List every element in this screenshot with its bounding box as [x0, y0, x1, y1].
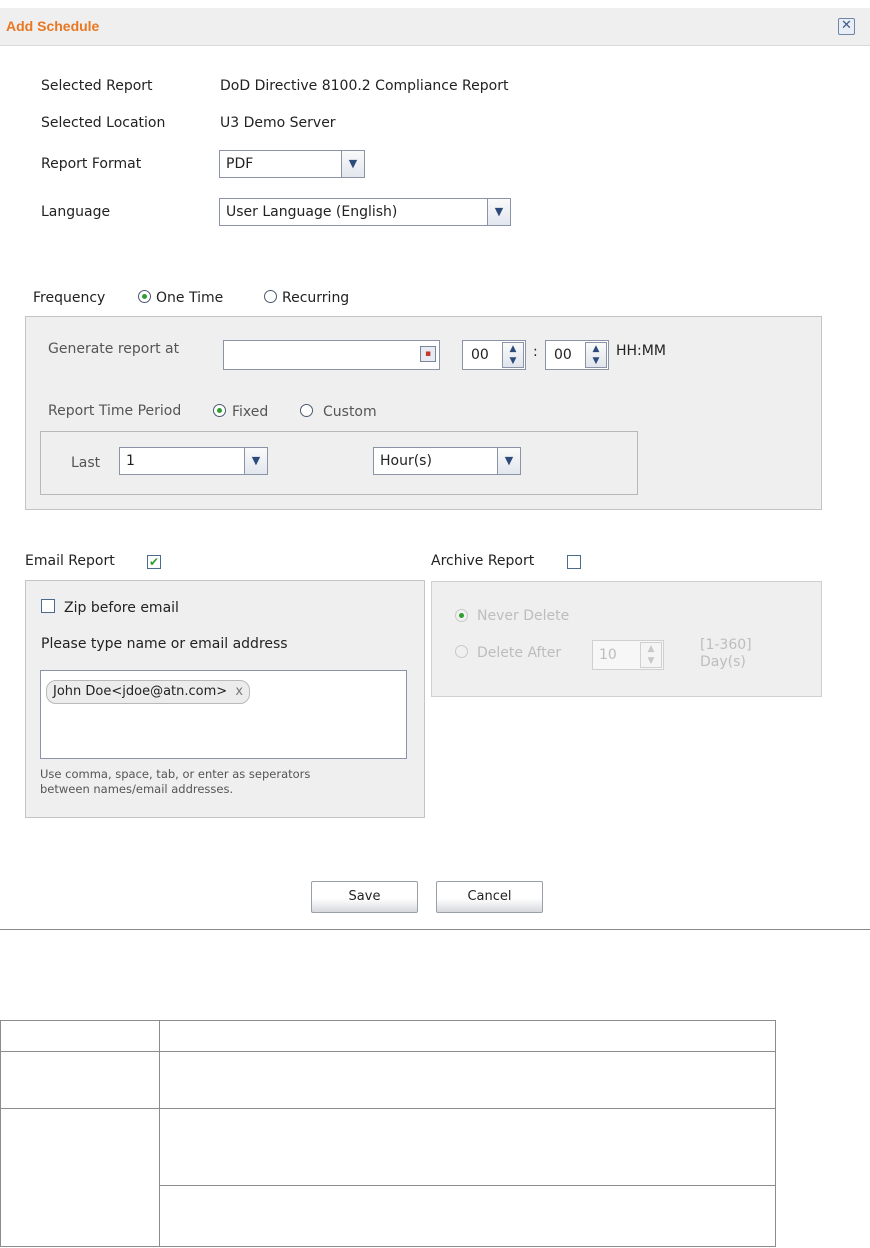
recipient-chip: John Doe<jdoe@atn.com> x	[46, 680, 251, 704]
period-fixed-label: Fixed	[232, 404, 269, 420]
never-delete-label: Never Delete	[477, 608, 570, 624]
empty-table	[0, 1020, 776, 1247]
frequency-recurring-radio[interactable]	[264, 290, 277, 303]
delete-days-input: 10 ▲ ▼	[592, 640, 664, 670]
table-cell	[0, 1108, 160, 1247]
email-help-line-2: between names/email addresses.	[40, 782, 234, 796]
hour-value: 00	[471, 347, 489, 363]
hour-stepper-icon[interactable]: ▲ ▼	[502, 342, 524, 368]
selected-location-label: Selected Location	[41, 115, 166, 131]
email-help-line-1: Use comma, space, tab, or enter as seper…	[40, 767, 311, 781]
period-custom-radio[interactable]	[300, 404, 313, 417]
email-report-label: Email Report	[25, 553, 115, 569]
table-row	[0, 1108, 776, 1247]
chevron-down-icon: ▼	[487, 199, 510, 225]
period-fixed-radio[interactable]	[213, 404, 226, 417]
frequency-label: Frequency	[33, 290, 106, 306]
hour-input[interactable]: 00 ▲ ▼	[462, 340, 526, 370]
last-label: Last	[71, 455, 101, 471]
time-unit-value: Hour(s)	[380, 453, 432, 469]
calendar-icon[interactable]: ▪	[420, 346, 436, 362]
chevron-down-icon: ▼	[497, 448, 520, 474]
table-cell	[0, 1051, 160, 1109]
language-value: User Language (English)	[226, 204, 398, 220]
zip-label: Zip before email	[64, 600, 179, 616]
language-select[interactable]: User Language (English) ▼	[219, 198, 511, 226]
report-format-label: Report Format	[41, 156, 142, 172]
frequency-recurring-label: Recurring	[282, 290, 350, 306]
archive-report-label: Archive Report	[431, 553, 535, 569]
days-range-label: [1-360]	[700, 637, 752, 653]
close-icon[interactable]: ✕	[838, 18, 855, 35]
cancel-button[interactable]: Cancel	[436, 881, 543, 913]
dialog-titlebar	[0, 8, 870, 46]
language-label: Language	[41, 204, 111, 220]
delete-days-value: 10	[599, 647, 617, 663]
time-format-label: HH:MM	[616, 343, 666, 359]
email-prompt: Please type name or email address	[41, 636, 288, 652]
table-cell	[0, 1020, 160, 1052]
divider	[0, 929, 870, 930]
table-cell	[159, 1020, 776, 1052]
recipient-input[interactable]: John Doe<jdoe@atn.com> x	[40, 670, 407, 759]
last-value: 1	[126, 453, 135, 469]
delete-after-label: Delete After	[477, 645, 562, 661]
archive-panel	[431, 581, 822, 697]
archive-report-checkbox[interactable]	[567, 555, 581, 569]
table-row	[0, 1051, 776, 1109]
report-time-period-label: Report Time Period	[48, 403, 182, 419]
minute-value: 00	[554, 347, 572, 363]
last-value-select[interactable]: 1 ▼	[119, 447, 268, 475]
email-report-checkbox[interactable]: ✔	[147, 555, 161, 569]
table-cell	[159, 1185, 776, 1247]
recipient-chip-label: John Doe<jdoe@atn.com>	[53, 684, 228, 699]
table-cell	[159, 1051, 776, 1109]
minute-input[interactable]: 00 ▲ ▼	[545, 340, 609, 370]
generate-report-label: Generate report at	[48, 341, 180, 357]
time-separator: :	[533, 344, 538, 360]
chevron-down-icon: ▼	[341, 151, 364, 177]
days-unit-label: Day(s)	[700, 654, 746, 670]
period-custom-label: Custom	[323, 404, 377, 420]
top-strip	[0, 0, 870, 8]
days-stepper-icon: ▲ ▼	[640, 642, 662, 668]
save-button[interactable]: Save	[311, 881, 418, 913]
delete-after-radio	[455, 645, 468, 658]
selected-report-value: DoD Directive 8100.2 Compliance Report	[220, 78, 509, 94]
frequency-one-time-radio[interactable]	[138, 290, 151, 303]
table-cell	[159, 1108, 776, 1186]
frequency-one-time-label: One Time	[156, 290, 224, 306]
zip-checkbox[interactable]	[41, 599, 55, 613]
table-row	[0, 1020, 776, 1052]
dialog-title: Add Schedule	[6, 18, 100, 34]
date-input[interactable]: ▪	[223, 340, 440, 370]
remove-recipient-icon[interactable]: x	[235, 684, 243, 699]
report-format-select[interactable]: PDF ▼	[219, 150, 365, 178]
chevron-down-icon: ▼	[244, 448, 267, 474]
selected-location-value: U3 Demo Server	[220, 115, 336, 131]
time-unit-select[interactable]: Hour(s) ▼	[373, 447, 521, 475]
minute-stepper-icon[interactable]: ▲ ▼	[585, 342, 607, 368]
never-delete-radio	[455, 609, 468, 622]
report-format-value: PDF	[226, 156, 254, 172]
selected-report-label: Selected Report	[41, 78, 153, 94]
